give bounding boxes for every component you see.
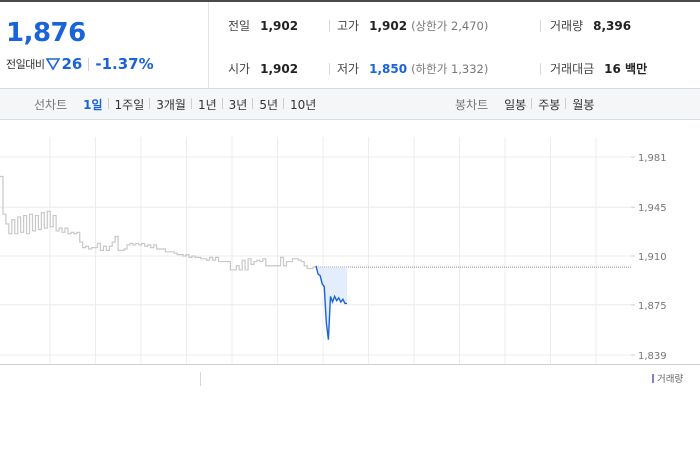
chart-bottom-border bbox=[0, 364, 700, 365]
line-chart-periods: 선차트 1일 1주일 3개월 1년 3년 5년 10년 bbox=[34, 89, 322, 120]
period-1y[interactable]: 1년 bbox=[190, 96, 223, 113]
prev-close-value: 1,902 bbox=[260, 18, 299, 33]
price-box: 1,876 전일대비 26 -1.37% bbox=[0, 2, 209, 89]
divider bbox=[540, 20, 541, 32]
low-label: 저가 bbox=[337, 62, 360, 76]
stat-open: 시가 1,902 bbox=[228, 60, 298, 77]
period-1d[interactable]: 1일 bbox=[77, 96, 108, 113]
quote-summary: 1,876 전일대비 26 -1.37% 전일 1,902 시가 1,902 고… bbox=[0, 2, 700, 89]
candle-chart-periods: 봉차트 일봉 주봉 월봉 bbox=[455, 89, 600, 120]
period-weekly[interactable]: 주봉 bbox=[531, 96, 566, 113]
price-chart[interactable]: 1,981 1,945 1,910 1,875 1,839 bbox=[0, 120, 700, 364]
change-label: 전일대비 bbox=[6, 58, 45, 71]
upper-limit: (상한가 2,470) bbox=[411, 18, 489, 33]
amount-label: 거래대금 bbox=[550, 62, 595, 76]
period-monthly[interactable]: 월봉 bbox=[565, 96, 600, 113]
y-tick-label: 1,981 bbox=[638, 153, 667, 164]
amount-value: 16 백만 bbox=[604, 62, 648, 76]
volume-value: 8,396 bbox=[593, 18, 632, 33]
open-label: 시가 bbox=[228, 62, 251, 76]
y-tick-label: 1,839 bbox=[638, 351, 667, 362]
volume-label: 거래량 bbox=[550, 19, 584, 33]
volume-legend-swatch bbox=[652, 373, 654, 383]
stat-prev-close: 전일 1,902 bbox=[228, 17, 298, 34]
candle-chart-title: 봉차트 bbox=[455, 98, 489, 112]
stat-low: 저가 1,850 (하한가 1,332) bbox=[337, 60, 488, 77]
down-arrow-icon bbox=[46, 58, 61, 70]
period-bar: 선차트 1일 1주일 3개월 1년 3년 5년 10년 봉차트 일봉 주봉 월봉 bbox=[0, 89, 700, 120]
period-daily[interactable]: 일봉 bbox=[498, 96, 532, 113]
divider bbox=[329, 63, 330, 75]
period-3m[interactable]: 3개월 bbox=[149, 96, 192, 113]
period-10y[interactable]: 10년 bbox=[283, 96, 322, 113]
high-label: 고가 bbox=[337, 19, 360, 33]
current-price: 1,876 bbox=[6, 18, 86, 48]
y-axis-ticks: 1,981 1,945 1,910 1,875 1,839 bbox=[631, 153, 667, 362]
high-value: 1,902 bbox=[369, 18, 408, 33]
stat-high: 고가 1,902 (상한가 2,470) bbox=[337, 17, 488, 34]
stat-volume: 거래량 8,396 bbox=[550, 17, 631, 34]
divider bbox=[88, 57, 90, 71]
volume-legend-label: 거래량 bbox=[657, 374, 684, 385]
chart-series bbox=[0, 175, 631, 340]
y-tick-label: 1,910 bbox=[638, 252, 667, 263]
y-tick-label: 1,875 bbox=[638, 301, 667, 312]
volume-legend: 거래량 bbox=[652, 371, 683, 385]
period-3y[interactable]: 3년 bbox=[221, 96, 254, 113]
change-value: 26 bbox=[61, 55, 83, 73]
change-rate: -1.37% bbox=[95, 55, 154, 73]
period-1w[interactable]: 1주일 bbox=[107, 96, 151, 113]
prev-close-label: 전일 bbox=[228, 19, 251, 33]
line-chart-title: 선차트 bbox=[34, 98, 68, 112]
divider bbox=[540, 63, 541, 75]
change-row: 전일대비 26 -1.37% bbox=[6, 55, 154, 73]
chart-grid bbox=[0, 137, 631, 364]
low-value: 1,850 bbox=[369, 61, 408, 76]
open-value: 1,902 bbox=[260, 61, 299, 76]
lower-limit: (하한가 1,332) bbox=[411, 61, 489, 76]
stat-amount: 거래대금 16 백만 bbox=[550, 60, 647, 77]
y-tick-label: 1,945 bbox=[638, 203, 667, 214]
divider bbox=[329, 20, 330, 32]
period-5y[interactable]: 5년 bbox=[252, 96, 284, 113]
chart-divider-tick bbox=[200, 372, 201, 386]
